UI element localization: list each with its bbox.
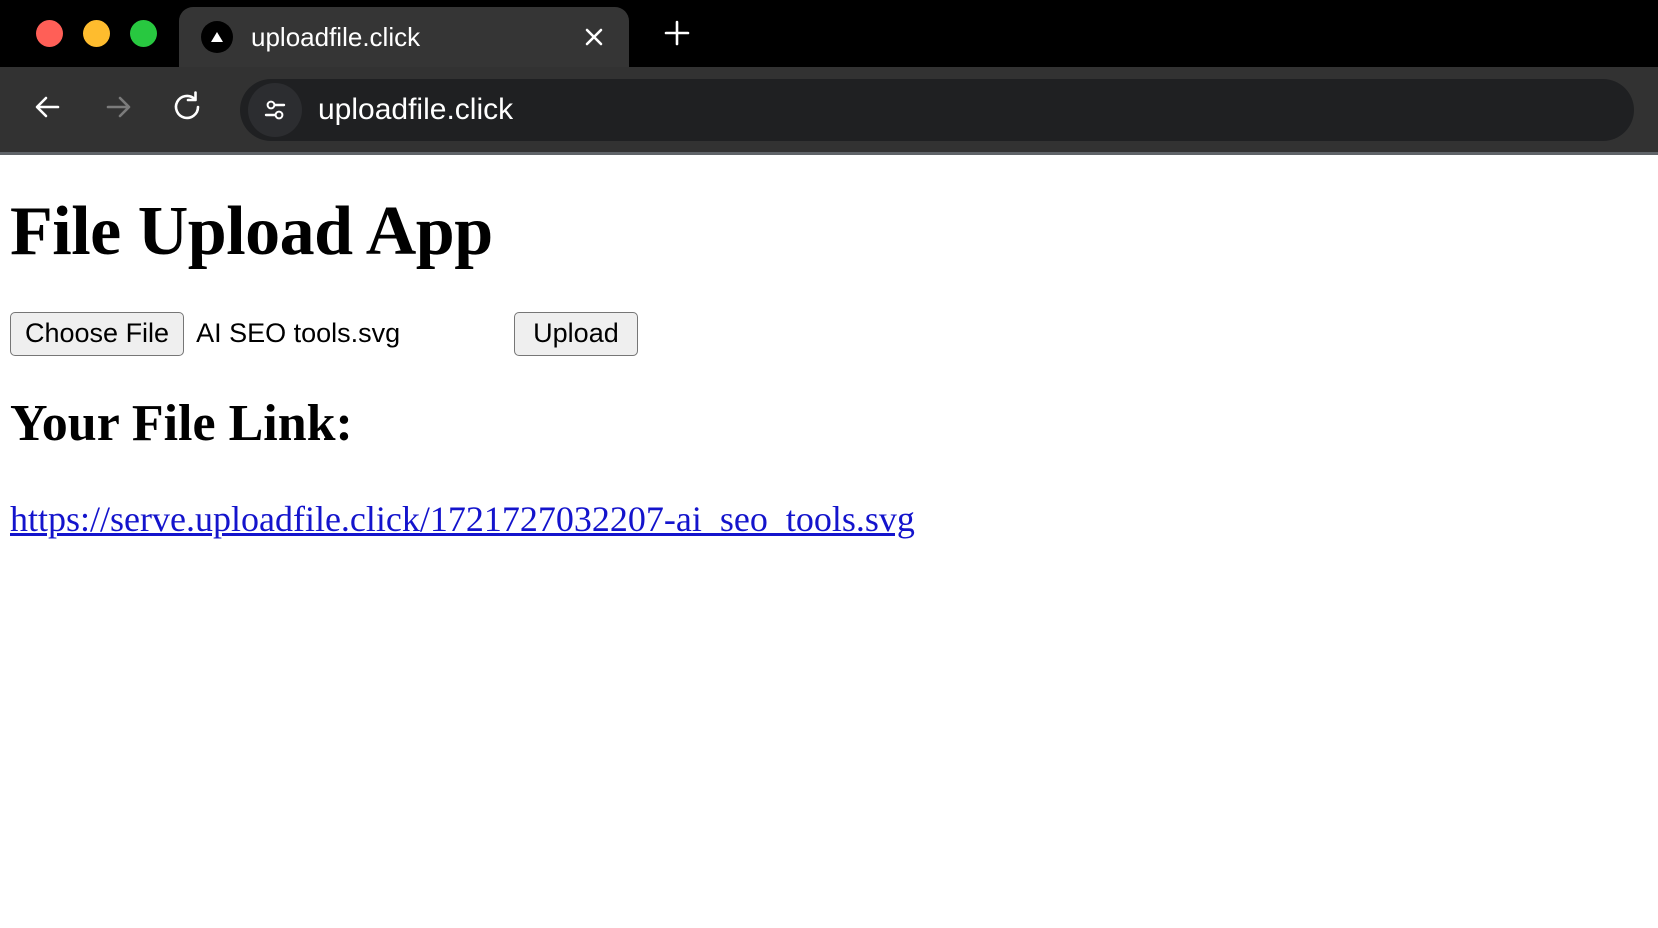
- upload-button[interactable]: Upload: [514, 312, 638, 356]
- selected-file-name: AI SEO tools.svg: [196, 318, 401, 349]
- tune-sliders-icon[interactable]: [248, 82, 302, 137]
- address-bar[interactable]: uploadfile.click: [240, 78, 1634, 141]
- upload-form: Choose File AI SEO tools.svg Upload: [10, 312, 1648, 356]
- browser-window: uploadfile.click uploadfile.click File U…: [0, 0, 1658, 928]
- tab-title: uploadfile.click: [251, 21, 421, 52]
- file-link[interactable]: https://serve.uploadfile.click/172172703…: [10, 498, 915, 540]
- result-heading: Your File Link:: [10, 394, 353, 452]
- plus-icon: [661, 17, 693, 54]
- window-close-button[interactable]: [36, 20, 63, 47]
- choose-file-button[interactable]: Choose File: [10, 312, 185, 356]
- browser-tab[interactable]: uploadfile.click: [179, 7, 629, 67]
- window-maximize-button[interactable]: [130, 20, 157, 47]
- upload-triangle-icon: [201, 21, 233, 53]
- address-bar-url: uploadfile.click: [318, 92, 514, 126]
- browser-toolbar: uploadfile.click: [0, 67, 1658, 155]
- page-viewport: File Upload App Choose File AI SEO tools…: [0, 155, 1658, 928]
- reload-icon: [170, 89, 206, 130]
- close-icon[interactable]: [577, 20, 611, 54]
- page-title: File Upload App: [10, 193, 493, 270]
- arrow-left-icon: [30, 89, 66, 130]
- window-controls: [0, 0, 179, 67]
- tab-strip: uploadfile.click: [0, 0, 1658, 67]
- forward-button[interactable]: [88, 80, 148, 140]
- arrow-right-icon: [100, 89, 136, 130]
- back-button[interactable]: [18, 80, 78, 140]
- new-tab-button[interactable]: [649, 7, 705, 63]
- window-minimize-button[interactable]: [83, 20, 110, 47]
- file-input[interactable]: Choose File AI SEO tools.svg: [10, 312, 400, 356]
- reload-button[interactable]: [158, 80, 218, 140]
